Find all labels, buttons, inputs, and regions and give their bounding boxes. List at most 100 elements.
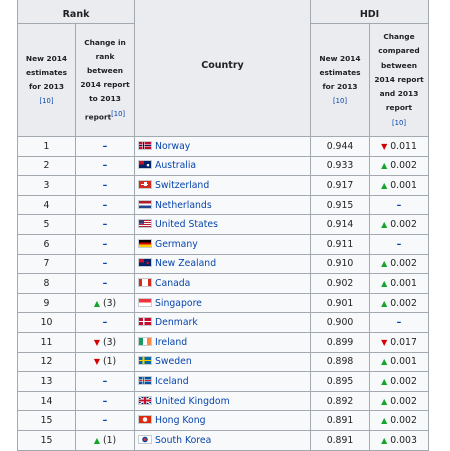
up-arrow-icon: ▲ [381,220,388,230]
hdi-change-value: 0.002 [390,258,417,270]
country-cell: Switzerland [134,175,311,196]
hdi-change-cell: ▲ 0.002 [369,155,429,177]
hdi-change-value: 0.001 [390,277,417,289]
country-link[interactable]: New Zealand [155,258,216,269]
hdi-change-cell: ▲ 0.002 [369,371,429,392]
table-row: 9 ▲ (3) Singapore 0.901 ▲ 0.002 [17,292,429,314]
hdi-value-cell: 0.901 [310,292,370,314]
country-link[interactable]: Hong Kong [155,415,206,426]
rank-change-cell: – [75,273,135,294]
table-row: 5– United States 0.914 ▲ 0.002 [17,214,429,235]
rank-cell: 2 [17,155,76,177]
country-cell: Ireland [134,331,311,353]
netherlands-flag-icon [138,199,152,209]
hdi-table: Rank Country HDI New 2014 estimates for … [17,0,429,451]
country-link[interactable]: United States [155,219,218,230]
country-cell: Germany [134,233,311,255]
country-link[interactable]: Sweden [155,356,192,367]
hdi-value-cell: 0.891 [310,429,370,451]
country-link[interactable]: Singapore [155,298,202,309]
no-change-dash: – [102,317,108,329]
country-cell: Singapore [134,292,311,314]
rank-change-value: (3) [102,297,117,309]
country-link[interactable]: Germany [155,239,198,250]
hdi-change-value: 0.011 [390,140,417,152]
hdi-value-cell: 0.900 [310,312,370,333]
down-arrow-icon: ▼ [93,357,100,367]
country-link[interactable]: Netherlands [155,200,212,211]
hdi-change-value: 0.002 [390,297,417,309]
rank-new-estimates-header: New 2014 estimates for 2013 [10] [17,23,76,137]
table-row: 15– Hong Kong 0.891 ▲ 0.002 [17,410,429,431]
country-link[interactable]: Canada [155,278,190,289]
rank-change-cell: – [75,194,135,216]
country-link[interactable]: Denmark [155,317,198,328]
table-row: 11 ▼ (3) Ireland 0.899 ▼ 0.017 [17,331,429,353]
up-arrow-icon: ▲ [381,278,388,288]
rank-cell: 9 [17,292,76,314]
country-link[interactable]: Australia [155,160,196,171]
reference-link[interactable]: [10] [392,119,406,127]
rank-cell: 14 [17,390,76,412]
up-arrow-icon: ▲ [381,435,388,445]
table-row: 13– Iceland 0.895 ▲ 0.002 [17,371,429,392]
table-row: 14 – United Kingdom 0.892 ▲ 0.002 [17,390,429,412]
country-link[interactable]: Iceland [155,376,189,387]
hdi-change-cell: ▲ 0.002 [369,390,429,412]
ireland-flag-icon [138,336,152,346]
up-arrow-icon: ▲ [381,180,388,190]
rank-change-cell: – [75,155,135,177]
rank-cell: 15 [17,410,76,431]
no-change-dash: – [102,395,108,407]
up-arrow-icon: ▲ [93,435,100,445]
country-cell: United States [134,214,311,235]
country-cell: Sweden [134,351,311,373]
country-link[interactable]: Ireland [155,337,187,348]
country-link[interactable]: Norway [155,141,190,152]
sweden-flag-icon [138,356,152,366]
hdi-change-cell: ▲ 0.002 [369,292,429,314]
country-cell: United Kingdom [134,390,311,412]
hdi-change-cell: ▲ 0.002 [369,410,429,431]
hdi-change-cell: ▲ 0.001 [369,351,429,373]
table-row: 10 – Denmark 0.900 – [17,312,429,333]
country-link[interactable]: Switzerland [155,180,209,191]
reference-link[interactable]: [10] [333,97,347,105]
hong-kong-flag-icon [138,415,152,425]
country-cell: Australia [134,155,311,177]
hdi-change-cell: ▼ 0.011 [369,136,429,157]
country-link[interactable]: South Korea [155,435,211,446]
hdi-change-value: 0.017 [390,336,417,348]
rank-change-cell: – [75,175,135,196]
rank-group-header: Rank [17,0,135,24]
rank-cell: 8 [17,273,76,294]
no-change-dash: – [102,219,108,231]
rank-change-cell: – [75,136,135,157]
reference-link[interactable]: [10] [40,97,54,105]
hdi-value-cell: 0.902 [310,273,370,294]
hdi-value-cell: 0.944 [310,136,370,157]
hdi-change-value: 0.002 [390,375,417,387]
up-arrow-icon: ▲ [381,376,388,386]
hdi-change-value: 0.001 [390,356,417,368]
rank-cell: 7 [17,253,76,275]
no-change-dash: – [102,199,108,211]
new-zealand-flag-icon [138,258,152,268]
no-change-dash: – [396,317,402,329]
hdi-value-cell: 0.892 [310,390,370,412]
rank-change-cell: – [75,410,135,431]
rank-cell: 4 [17,194,76,216]
hdi-change-cell: – [369,194,429,216]
south-korea-flag-icon [138,434,152,444]
no-change-dash: – [396,238,402,250]
table-row: 1– Norway 0.944 ▼ 0.011 [17,136,429,157]
reference-link[interactable]: [10] [111,110,125,118]
country-link[interactable]: United Kingdom [155,396,230,407]
hdi-change-value: 0.003 [390,434,417,446]
down-arrow-icon: ▼ [381,141,388,151]
table-row: 3– Switzerland 0.917 ▲ 0.001 [17,175,429,196]
rank-change-cell: – [75,312,135,333]
hdi-change-value: 0.002 [390,219,417,231]
no-change-dash: – [102,415,108,427]
rank-change-value: (1) [102,356,117,368]
